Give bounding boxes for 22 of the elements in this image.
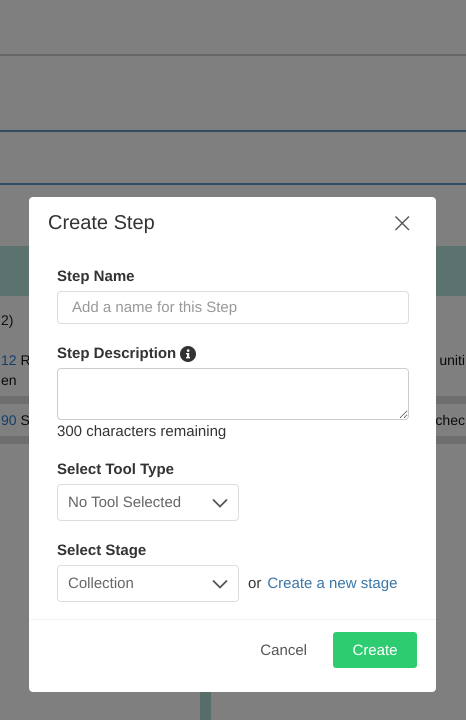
name-field[interactable]: Add a name for this Step	[57, 291, 409, 324]
chevron-icon	[212, 578, 228, 588]
dropdown[interactable]: Collection	[57, 565, 239, 602]
list-heading: 2)	[1, 312, 14, 328]
info-icon[interactable]	[180, 346, 196, 362]
chevron-icon	[212, 498, 228, 508]
dialog-title: Create Step	[48, 212, 155, 234]
row-text: S	[20, 412, 30, 428]
create-stage-link[interactable]: Create a new stage	[267, 575, 398, 592]
or-text: or	[248, 575, 262, 592]
dropdown[interactable]: No Tool Selected	[57, 484, 239, 521]
field-label: Select Stage	[57, 542, 146, 559]
description-field[interactable]	[57, 368, 409, 420]
field-label: Step Name	[57, 268, 135, 285]
row-text: en	[1, 372, 18, 388]
cancel-button[interactable]: Cancel	[248, 634, 319, 666]
field-label: Select Tool Type	[57, 461, 174, 478]
character-counter: 300 characters remaining	[57, 423, 226, 440]
close-button[interactable]: ×	[388, 209, 416, 237]
row-text: chec	[435, 412, 465, 428]
row-text: uniti	[439, 352, 465, 368]
field-label: Step Description	[57, 345, 176, 362]
